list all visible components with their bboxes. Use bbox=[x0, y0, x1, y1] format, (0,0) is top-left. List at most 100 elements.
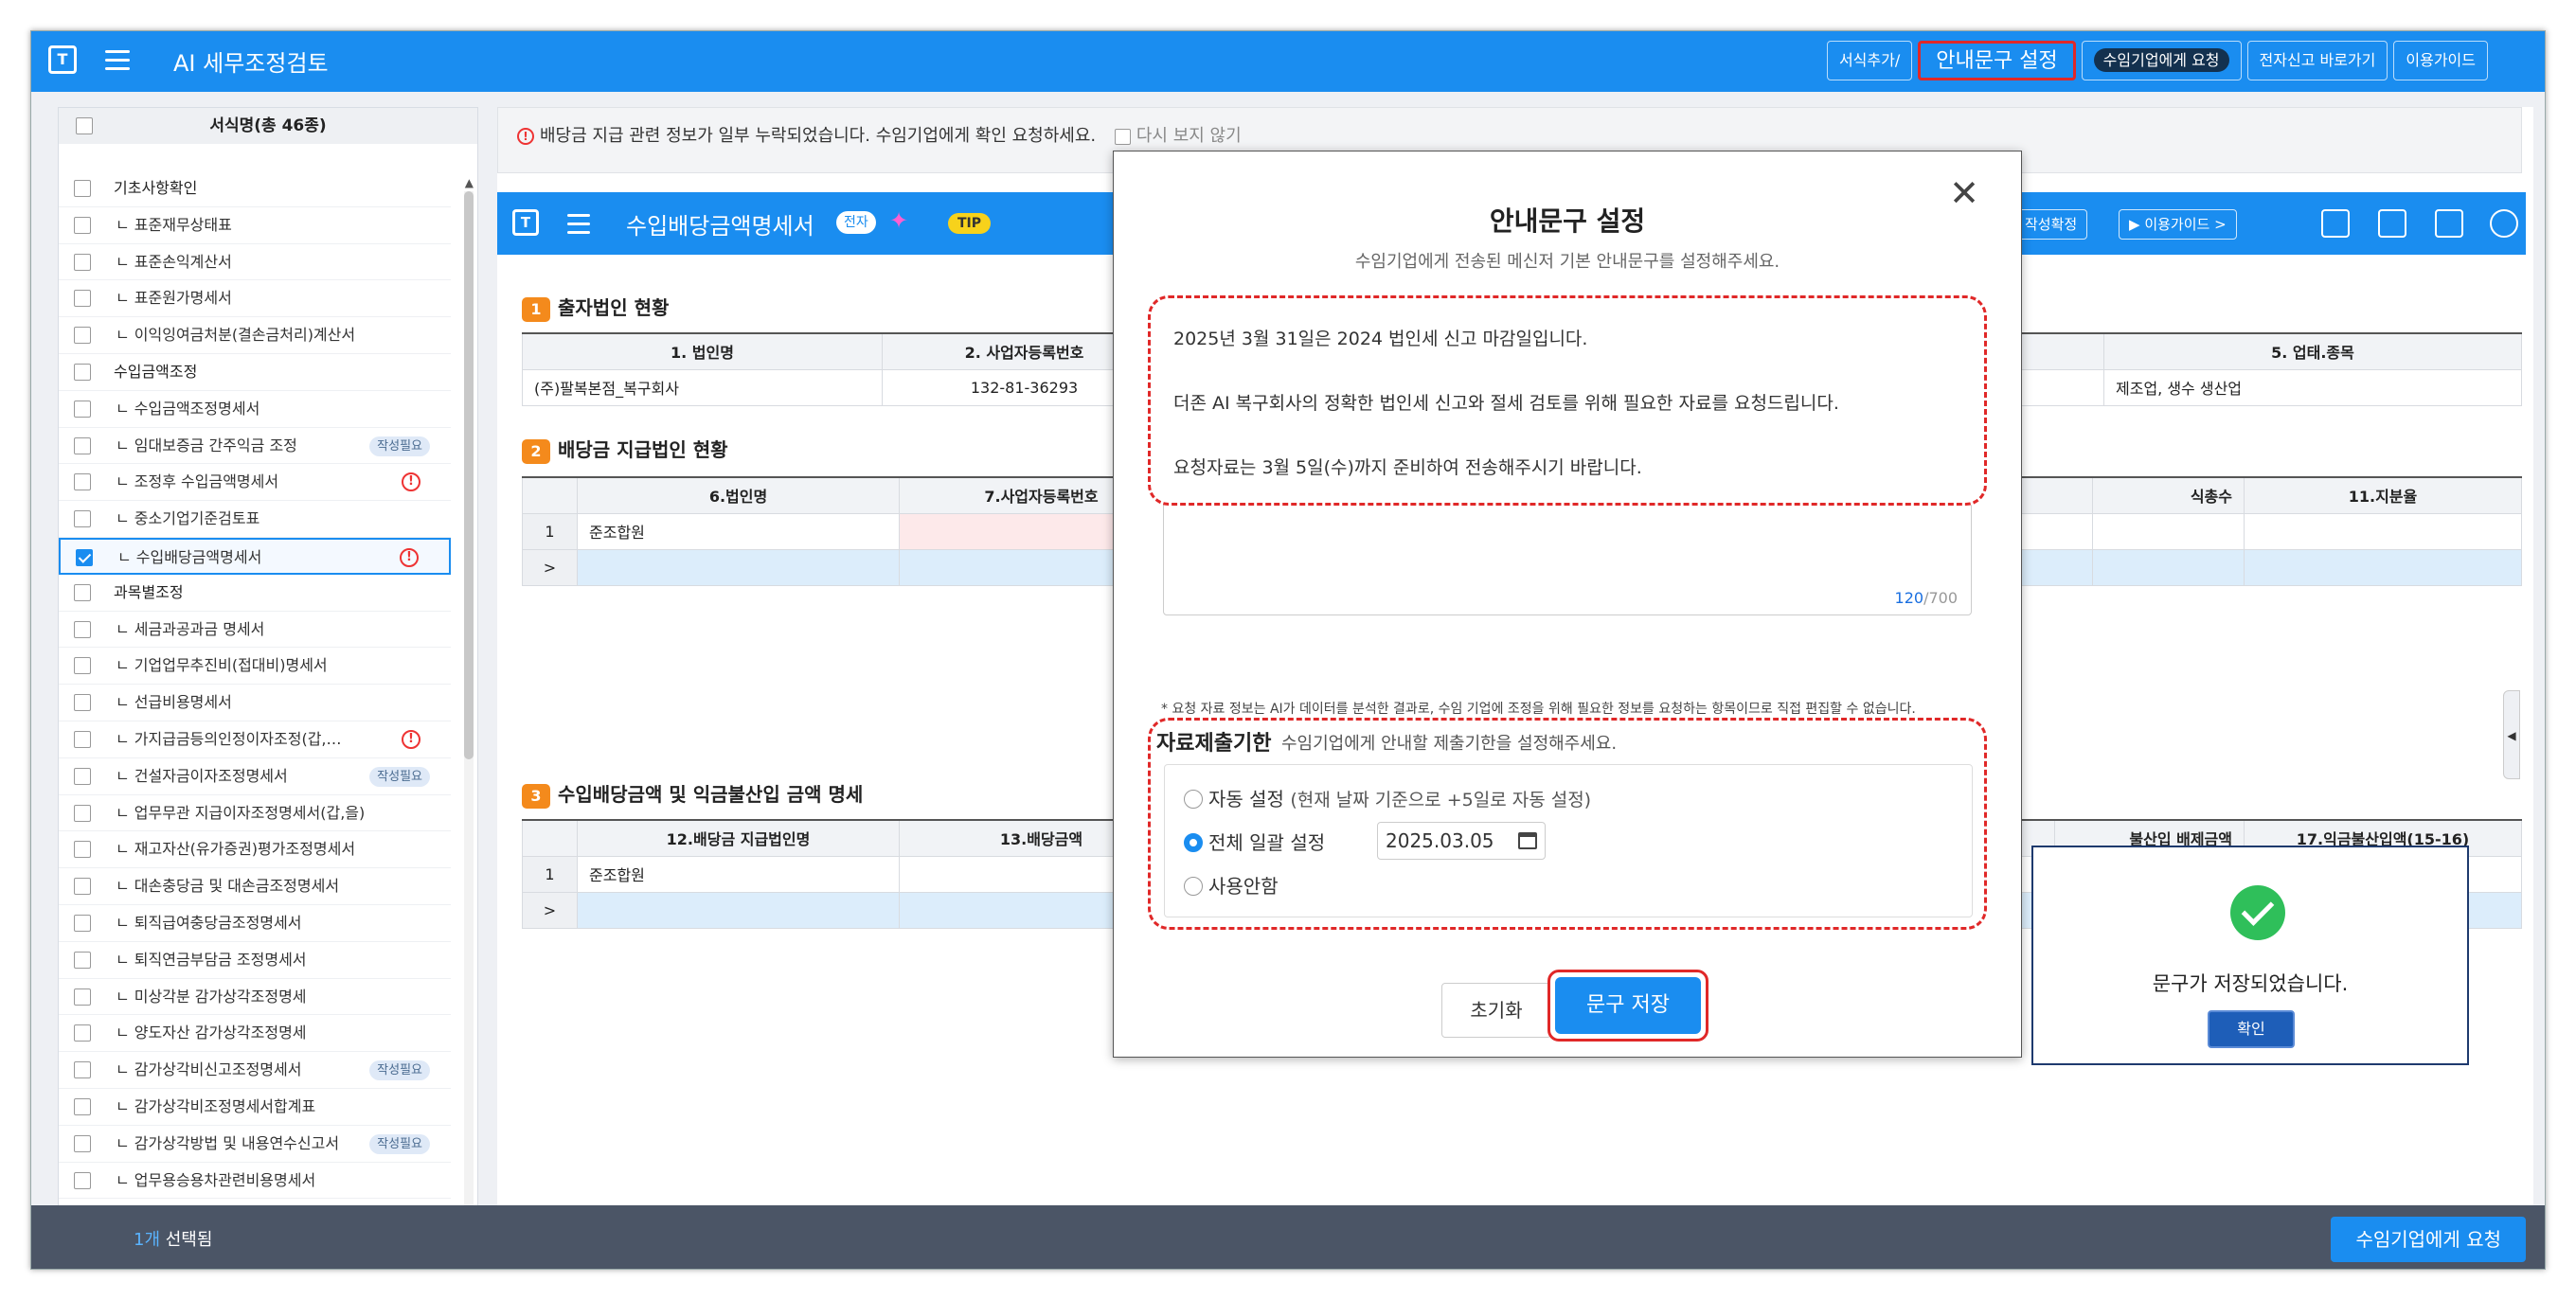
sidebar-item-checkbox[interactable] bbox=[74, 951, 91, 969]
delete-icon[interactable] bbox=[2378, 209, 2406, 238]
new-row-cell[interactable] bbox=[2244, 548, 2522, 586]
request-client-button[interactable]: 수임기업에게 요청 bbox=[2081, 41, 2242, 80]
radio-auto[interactable]: 자동 설정 (현재 날짜 기준으로 +5일로 자동 설정) bbox=[1184, 784, 1591, 811]
notice-text: 배당금 지급 관련 정보가 일부 누락되었습니다. 수임기업에게 확인 요청하세… bbox=[540, 126, 1097, 146]
new-row-cell[interactable] bbox=[577, 548, 900, 586]
sidebar-item[interactable]: ㄴ 감가상각방법 및 내용연수신고서 작성필요 bbox=[59, 1126, 451, 1163]
sidebar-item[interactable]: ㄴ 이익잉여금처분(결손금처리)계산서 bbox=[59, 317, 451, 354]
more-options-icon[interactable] bbox=[2490, 209, 2518, 238]
cell-payer-name[interactable]: 준조합원 bbox=[577, 512, 900, 550]
sidebar-item-checkbox[interactable] bbox=[74, 180, 91, 197]
sidebar-item-checkbox[interactable] bbox=[74, 253, 91, 271]
sidebar-item-label: ㄴ 세금과공과금 명세서 bbox=[116, 619, 265, 638]
sidebar-item-checkbox[interactable] bbox=[74, 583, 91, 601]
sidebar-item-checkbox[interactable] bbox=[74, 1171, 91, 1189]
sidebar-item[interactable]: ㄴ 기업업무추진비(접대비)명세서 bbox=[59, 648, 451, 686]
add-form-button[interactable]: 서식추가/ bbox=[1826, 41, 1913, 80]
sidebar-item[interactable]: ㄴ 재고자산(유가증권)평가조정명세서 bbox=[59, 831, 451, 869]
deadline-date-input[interactable]: 2025.03.05 bbox=[1377, 822, 1546, 860]
cell-share-ratio[interactable] bbox=[2244, 512, 2522, 550]
sidebar-item[interactable]: ㄴ 감가상각비조정명세서합계표 bbox=[59, 1089, 451, 1126]
calculator-icon[interactable] bbox=[2435, 209, 2463, 238]
sidebar-item[interactable]: 수입금액조정 bbox=[59, 354, 451, 391]
dont-show-again-checkbox[interactable] bbox=[1114, 128, 1131, 145]
cell-industry[interactable]: 제조업, 생수 생산업 bbox=[2103, 368, 2522, 406]
sidebar-item[interactable]: ㄴ 업무무관 지급이자조정명세서(갑,을) bbox=[59, 795, 451, 832]
sidebar-item[interactable]: ㄴ 조정후 수입금액명세서! bbox=[59, 464, 451, 502]
sidebar-item-checkbox[interactable] bbox=[76, 548, 93, 566]
sidebar-item[interactable]: ㄴ 업무용승용차관련비용명세서 bbox=[59, 1163, 451, 1200]
sidebar-item[interactable]: ㄴ 양도자산 감가상각조정명세 bbox=[59, 1015, 451, 1053]
radio-none[interactable]: 사용안함 bbox=[1184, 871, 1279, 899]
sidebar-item[interactable]: ㄴ 수입금액조정명세서 bbox=[59, 391, 451, 428]
sidebar-item[interactable]: ㄴ 미상각분 감가상각조정명세 bbox=[59, 979, 451, 1016]
sidebar-item-checkbox[interactable] bbox=[74, 400, 91, 418]
sidebar-item-checkbox[interactable] bbox=[74, 327, 91, 345]
sidebar-item[interactable]: ㄴ 선급비용명세서 bbox=[59, 685, 451, 721]
radio-all[interactable]: 전체 일괄 설정 bbox=[1184, 828, 1325, 855]
sidebar-item-checkbox[interactable] bbox=[74, 216, 91, 234]
save-message-button[interactable]: 문구 저장 bbox=[1547, 970, 1708, 1042]
sidebar-item[interactable]: ㄴ 수입배당금액명세서! bbox=[59, 537, 451, 575]
scroll-up-arrow-icon[interactable]: ▲ bbox=[465, 176, 474, 189]
print-icon[interactable] bbox=[2321, 209, 2350, 238]
sidebar-scrollbar[interactable] bbox=[464, 191, 474, 1214]
sidebar-item[interactable]: ㄴ 감가상각비신고조정명세서 작성필요 bbox=[59, 1052, 451, 1089]
sidebar-item-checkbox[interactable] bbox=[74, 841, 91, 859]
sidebar-item[interactable]: ㄴ 임대보증금 간주익금 조정 작성필요 bbox=[59, 428, 451, 465]
sidebar-item-checkbox[interactable] bbox=[74, 730, 91, 748]
sidebar-item[interactable]: 기초사항확인 bbox=[59, 170, 451, 207]
sidebar-item-checkbox[interactable] bbox=[74, 767, 91, 785]
reset-button[interactable]: 초기화 bbox=[1441, 983, 1551, 1038]
sidebar-item-checkbox[interactable] bbox=[74, 1097, 91, 1115]
sidebar-item[interactable]: ㄴ 가지급금등의인정이자조정(갑,…! bbox=[59, 721, 451, 758]
new-row-arrow[interactable]: > bbox=[522, 548, 578, 586]
sidebar-item-label: ㄴ 양도자산 감가상각조정명세 bbox=[116, 1024, 307, 1042]
sidebar-item[interactable]: ㄴ 중소기업기준검토표 bbox=[59, 501, 451, 538]
sidebar-item-checkbox[interactable] bbox=[74, 510, 91, 528]
user-guide-button[interactable]: 이용가이드 bbox=[2393, 41, 2488, 80]
form-guide-button[interactable]: ▶ 이용가이드 > bbox=[2119, 209, 2237, 240]
sidebar-item[interactable]: ㄴ 표준재무상태표 bbox=[59, 207, 451, 244]
confirm-button[interactable]: 확인 bbox=[2208, 1010, 2295, 1048]
sidebar-item-checkbox[interactable] bbox=[74, 657, 91, 675]
sidebar-item[interactable]: ㄴ 대손충당금 및 대손금조정명세서 bbox=[59, 868, 451, 905]
sidebar-item-checkbox[interactable] bbox=[74, 878, 91, 896]
sidebar-item[interactable]: ㄴ 건설자금이자조정명세서 작성필요 bbox=[59, 758, 451, 795]
sidebar-item-checkbox[interactable] bbox=[74, 914, 91, 932]
collapse-panel-tab[interactable]: ◀ bbox=[2503, 690, 2520, 779]
tip-badge[interactable]: TIP bbox=[948, 213, 992, 234]
sidebar-item-checkbox[interactable] bbox=[74, 620, 91, 638]
sidebar-item-checkbox[interactable] bbox=[74, 988, 91, 1006]
sidebar-item-checkbox[interactable] bbox=[74, 804, 91, 822]
sidebar-item[interactable]: ㄴ 퇴직연금부담금 조정명세서 bbox=[59, 942, 451, 979]
sidebar-item-checkbox[interactable] bbox=[74, 694, 91, 712]
sidebar-item-checkbox[interactable] bbox=[74, 363, 91, 381]
new-row-cell[interactable] bbox=[577, 891, 900, 929]
notice-settings-button[interactable]: 안내문구 설정 bbox=[1918, 41, 2076, 80]
sidebar-item[interactable]: ㄴ 표준원가명세서 bbox=[59, 280, 451, 318]
sidebar-item[interactable]: ㄴ 세금과공과금 명세서 bbox=[59, 612, 451, 649]
confirm-form-button[interactable]: 작성확정 bbox=[2014, 209, 2088, 240]
request-to-client-button[interactable]: 수임기업에게 요청 bbox=[2331, 1217, 2526, 1262]
select-all-checkbox[interactable] bbox=[76, 117, 93, 134]
message-preview-highlight[interactable]: 2025년 3월 31일은 2024 법인세 신고 마감일입니다. 더존 AI … bbox=[1148, 295, 1987, 506]
new-row-cell[interactable] bbox=[2092, 548, 2245, 586]
form-menu-icon[interactable] bbox=[567, 214, 590, 235]
sidebar-item[interactable]: ㄴ 퇴직급여충당금조정명세서 bbox=[59, 905, 451, 942]
menu-icon[interactable] bbox=[105, 50, 130, 71]
sidebar-item-checkbox[interactable] bbox=[74, 436, 91, 454]
sidebar-item[interactable]: 과목별조정 bbox=[59, 575, 451, 612]
new-row-arrow-3[interactable]: > bbox=[522, 891, 578, 929]
sidebar-item-checkbox[interactable] bbox=[74, 473, 91, 491]
calendar-icon[interactable] bbox=[1518, 832, 1537, 849]
sidebar-item-checkbox[interactable] bbox=[74, 1061, 91, 1079]
efile-shortcut-button[interactable]: 전자신고 바로가기 bbox=[2246, 41, 2388, 80]
cell-corp-name[interactable]: (주)팔복본점_복구회사 bbox=[522, 368, 883, 406]
cell-share-count[interactable] bbox=[2092, 512, 2245, 550]
sidebar-item-checkbox[interactable] bbox=[74, 1134, 91, 1152]
sidebar-item[interactable]: ㄴ 표준손익계산서 bbox=[59, 244, 451, 281]
sidebar-item-checkbox[interactable] bbox=[74, 1024, 91, 1042]
sidebar-item-checkbox[interactable] bbox=[74, 290, 91, 308]
cell-payer-name-3[interactable]: 준조합원 bbox=[577, 855, 900, 893]
